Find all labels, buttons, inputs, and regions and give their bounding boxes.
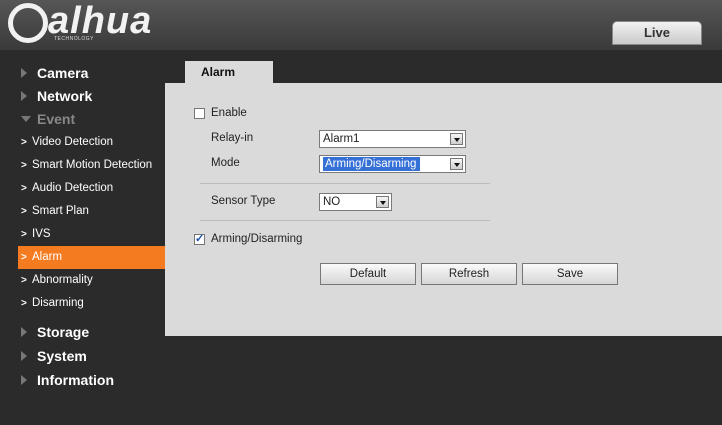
sidebar-item-storage[interactable]: Storage — [0, 321, 165, 343]
sidebar-subitem-abnormality[interactable]: > Abnormality — [18, 269, 165, 292]
sensor-type-value: NO — [323, 196, 341, 208]
default-button[interactable]: Default — [320, 263, 416, 285]
mode-label: Mode — [211, 157, 240, 169]
chevron-right-icon: > — [21, 229, 27, 240]
enable-label: Enable — [211, 107, 247, 119]
sidebar-subitem-ivs[interactable]: > IVS — [18, 223, 165, 246]
chevron-right-icon: > — [21, 275, 27, 286]
arming-disarming-checkbox[interactable] — [194, 232, 205, 245]
header-bar: alhua TECHNOLOGY Live — [0, 0, 722, 50]
save-button[interactable]: Save — [522, 263, 618, 285]
dropdown-arrow-icon — [376, 196, 389, 208]
sidebar-subitem-audio-detection[interactable]: > Audio Detection — [18, 177, 165, 200]
live-tab[interactable]: Live — [612, 21, 702, 45]
relay-in-select[interactable]: Alarm1 — [319, 130, 466, 148]
chevron-right-icon: > — [21, 206, 27, 217]
sidebar: Camera Network Event > Video Detection >… — [0, 50, 165, 425]
sidebar-subitem-label: Smart Motion Detection — [32, 159, 153, 171]
sidebar-item-label: Event — [37, 111, 76, 127]
sidebar-subitem-label: Disarming — [32, 297, 84, 309]
chevron-right-icon: > — [21, 137, 27, 148]
sidebar-item-network[interactable]: Network — [0, 85, 165, 107]
relay-in-value: Alarm1 — [323, 133, 360, 145]
arming-disarming-label: Arming/Disarming — [211, 233, 303, 245]
enable-checkbox[interactable] — [194, 108, 205, 119]
mode-select[interactable]: Arming/Disarming — [319, 155, 466, 173]
sidebar-item-information[interactable]: Information — [0, 369, 165, 391]
relay-in-label: Relay-in — [211, 132, 254, 144]
sidebar-subitem-label: Abnormality — [32, 274, 93, 286]
sidebar-item-label: Storage — [37, 324, 90, 340]
sidebar-item-label: System — [37, 348, 87, 364]
dropdown-arrow-icon — [450, 158, 463, 170]
sidebar-item-label: Network — [37, 88, 93, 104]
sidebar-subitem-alarm[interactable]: > Alarm — [18, 246, 165, 269]
collapse-arrow-icon — [21, 116, 31, 122]
sidebar-item-camera[interactable]: Camera — [0, 62, 165, 84]
sidebar-item-system[interactable]: System — [0, 345, 165, 367]
mode-value: Arming/Disarming — [323, 157, 421, 171]
logo-subtitle: TECHNOLOGY — [54, 36, 95, 42]
dahua-logo: alhua TECHNOLOGY — [8, 0, 168, 48]
expand-arrow-icon — [21, 375, 27, 385]
expand-arrow-icon — [21, 351, 27, 361]
sidebar-subitem-label: Video Detection — [32, 136, 113, 148]
sidebar-item-label: Information — [37, 372, 114, 388]
sidebar-subitem-smart-plan[interactable]: > Smart Plan — [18, 200, 165, 223]
sensor-type-select[interactable]: NO — [319, 193, 392, 211]
section-divider — [200, 220, 490, 221]
sidebar-subitem-label: IVS — [32, 228, 51, 240]
sidebar-subitem-label: Alarm — [32, 251, 63, 263]
expand-arrow-icon — [21, 91, 27, 101]
sidebar-subitem-label: Audio Detection — [32, 182, 114, 194]
sidebar-subitem-smart-motion-detection[interactable]: > Smart Motion Detection — [18, 154, 165, 177]
sidebar-subitem-disarming[interactable]: > Disarming — [18, 292, 165, 315]
chevron-right-icon: > — [21, 298, 27, 309]
chevron-right-icon: > — [21, 160, 27, 171]
dropdown-arrow-icon — [450, 133, 463, 145]
refresh-button[interactable]: Refresh — [421, 263, 517, 285]
logo-a-mark — [8, 3, 48, 43]
sensor-type-label: Sensor Type — [211, 195, 276, 207]
alarm-settings-panel: Enable Relay-in Alarm1 Mode Arming/Disar… — [165, 83, 722, 336]
chevron-right-icon: > — [21, 252, 27, 263]
sidebar-item-label: Camera — [37, 65, 89, 81]
chevron-right-icon: > — [21, 183, 27, 194]
tab-alarm[interactable]: Alarm — [185, 61, 273, 83]
sidebar-item-event[interactable]: Event — [0, 108, 165, 130]
expand-arrow-icon — [21, 327, 27, 337]
section-divider — [200, 183, 490, 184]
expand-arrow-icon — [21, 68, 27, 78]
sidebar-subitem-video-detection[interactable]: > Video Detection — [18, 131, 165, 154]
sidebar-subitem-label: Smart Plan — [32, 205, 89, 217]
